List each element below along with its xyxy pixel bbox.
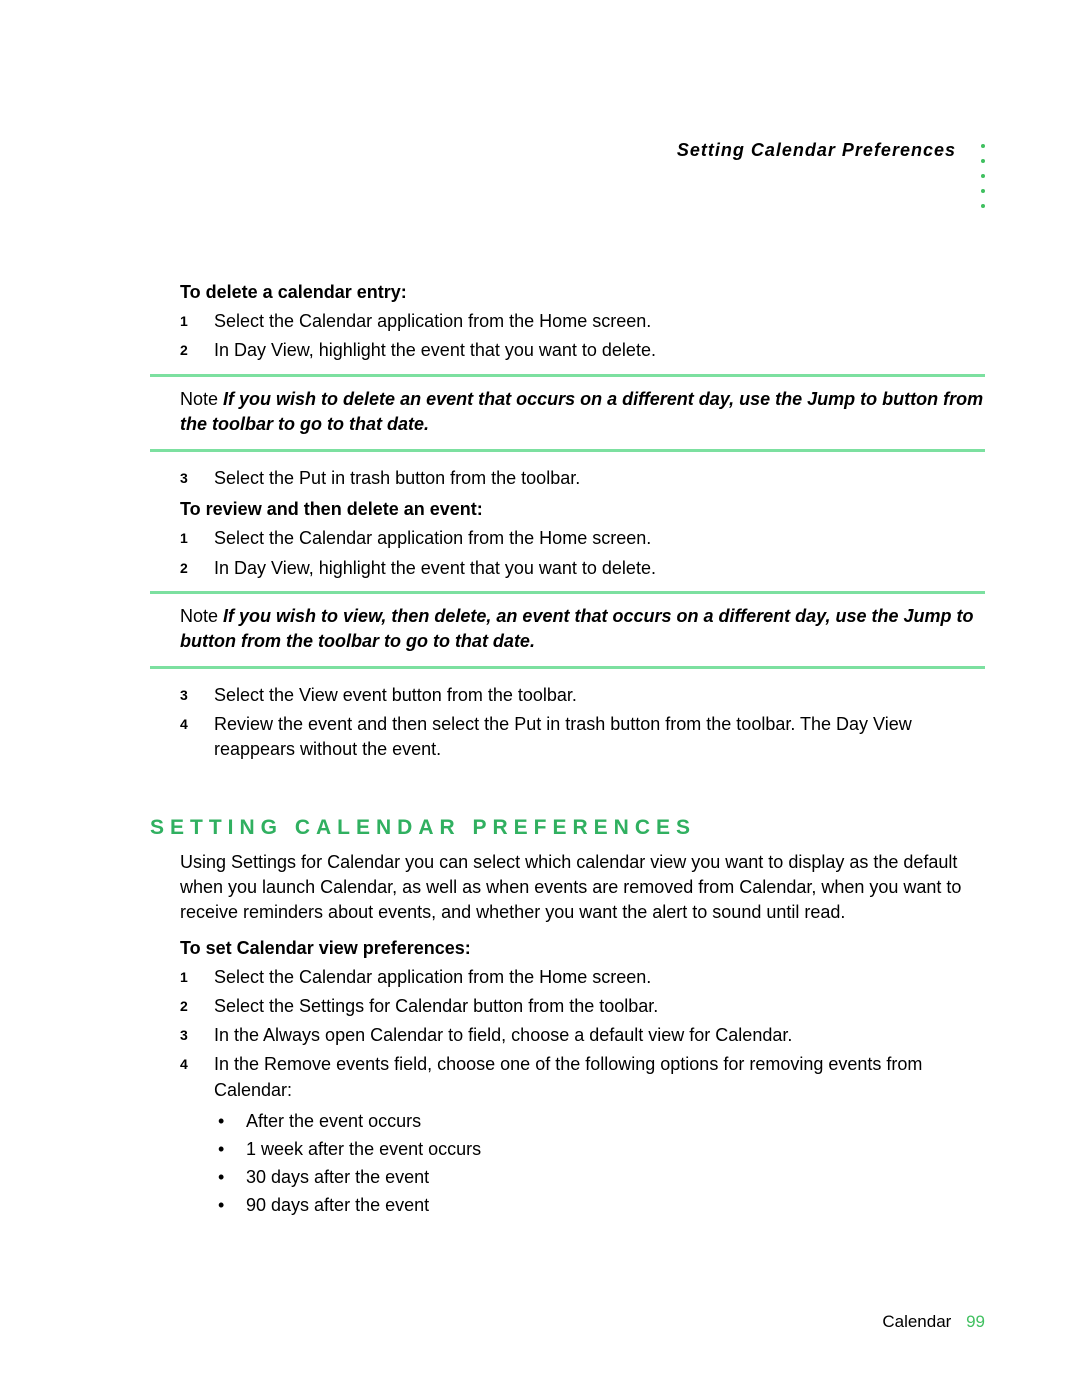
list-item: 2 In Day View, highlight the event that …: [180, 338, 985, 363]
bullet-icon: •: [218, 1137, 246, 1162]
header-title: Setting Calendar Preferences: [677, 140, 956, 161]
content: To delete a calendar entry: 1 Select the…: [150, 280, 985, 1218]
step-number: 4: [180, 712, 214, 762]
subheading-review-delete: To review and then delete an event:: [180, 497, 985, 522]
note-text: If you wish to delete an event that occu…: [180, 389, 983, 434]
list-item: 3 Select the View event button from the …: [180, 683, 985, 708]
list-item: 2 In Day View, highlight the event that …: [180, 556, 985, 581]
bullet-icon: •: [218, 1109, 246, 1134]
list-item: • 90 days after the event: [218, 1193, 985, 1218]
list-item: 3 Select the Put in trash button from th…: [180, 466, 985, 491]
step-number: 4: [180, 1052, 214, 1102]
ordered-list: 1 Select the Calendar application from t…: [180, 309, 985, 363]
bullet-text: 90 days after the event: [246, 1193, 429, 1218]
list-item: • 30 days after the event: [218, 1165, 985, 1190]
list-item: 4 In the Remove events field, choose one…: [180, 1052, 985, 1102]
running-header: Setting Calendar Preferences: [677, 140, 985, 208]
step-number: 1: [180, 965, 214, 990]
ordered-list: 1 Select the Calendar application from t…: [180, 526, 985, 580]
list-item: 4 Review the event and then select the P…: [180, 712, 985, 762]
bullet-list: • After the event occurs • 1 week after …: [218, 1109, 985, 1219]
step-text: In the Remove events field, choose one o…: [214, 1052, 985, 1102]
bullet-text: After the event occurs: [246, 1109, 421, 1134]
note-callout: Note If you wish to delete an event that…: [150, 374, 985, 452]
step-text: Select the Calendar application from the…: [214, 309, 985, 334]
step-number: 2: [180, 994, 214, 1019]
ordered-list: 3 Select the Put in trash button from th…: [180, 466, 985, 491]
footer-section: Calendar: [882, 1312, 951, 1331]
section-title: SETTING CALENDAR PREFERENCES: [150, 813, 985, 842]
step-number: 3: [180, 466, 214, 491]
step-number: 2: [180, 556, 214, 581]
step-text: Select the Put in trash button from the …: [214, 466, 985, 491]
step-text: Select the Settings for Calendar button …: [214, 994, 985, 1019]
step-number: 1: [180, 309, 214, 334]
bullet-icon: •: [218, 1165, 246, 1190]
note-callout: Note If you wish to view, then delete, a…: [150, 591, 985, 669]
step-text: Select the View event button from the to…: [214, 683, 985, 708]
page-footer: Calendar 99: [882, 1312, 985, 1332]
step-text: In Day View, highlight the event that yo…: [214, 338, 985, 363]
list-item: 3 In the Always open Calendar to field, …: [180, 1023, 985, 1048]
list-item: 1 Select the Calendar application from t…: [180, 965, 985, 990]
list-item: 1 Select the Calendar application from t…: [180, 526, 985, 551]
note-label: Note: [180, 606, 218, 626]
list-item: • 1 week after the event occurs: [218, 1137, 985, 1162]
step-text: Review the event and then select the Put…: [214, 712, 985, 762]
list-item: 2 Select the Settings for Calendar butto…: [180, 994, 985, 1019]
step-number: 2: [180, 338, 214, 363]
decorative-dots: [981, 144, 985, 208]
note-text: If you wish to view, then delete, an eve…: [180, 606, 974, 651]
step-number: 3: [180, 1023, 214, 1048]
bullet-text: 30 days after the event: [246, 1165, 429, 1190]
subheading-set-preferences: To set Calendar view preferences:: [180, 936, 985, 961]
step-text: In Day View, highlight the event that yo…: [214, 556, 985, 581]
step-text: In the Always open Calendar to field, ch…: [214, 1023, 985, 1048]
intro-paragraph: Using Settings for Calendar you can sele…: [180, 850, 985, 926]
step-text: Select the Calendar application from the…: [214, 965, 985, 990]
ordered-list: 3 Select the View event button from the …: [180, 683, 985, 763]
page: Setting Calendar Preferences To delete a…: [0, 0, 1080, 1397]
bullet-text: 1 week after the event occurs: [246, 1137, 481, 1162]
step-number: 1: [180, 526, 214, 551]
list-item: 1 Select the Calendar application from t…: [180, 309, 985, 334]
bullet-icon: •: [218, 1193, 246, 1218]
note-label: Note: [180, 389, 218, 409]
step-text: Select the Calendar application from the…: [214, 526, 985, 551]
ordered-list: 1 Select the Calendar application from t…: [180, 965, 985, 1103]
page-number: 99: [966, 1312, 985, 1331]
step-number: 3: [180, 683, 214, 708]
list-item: • After the event occurs: [218, 1109, 985, 1134]
subheading-delete-entry: To delete a calendar entry:: [180, 280, 985, 305]
